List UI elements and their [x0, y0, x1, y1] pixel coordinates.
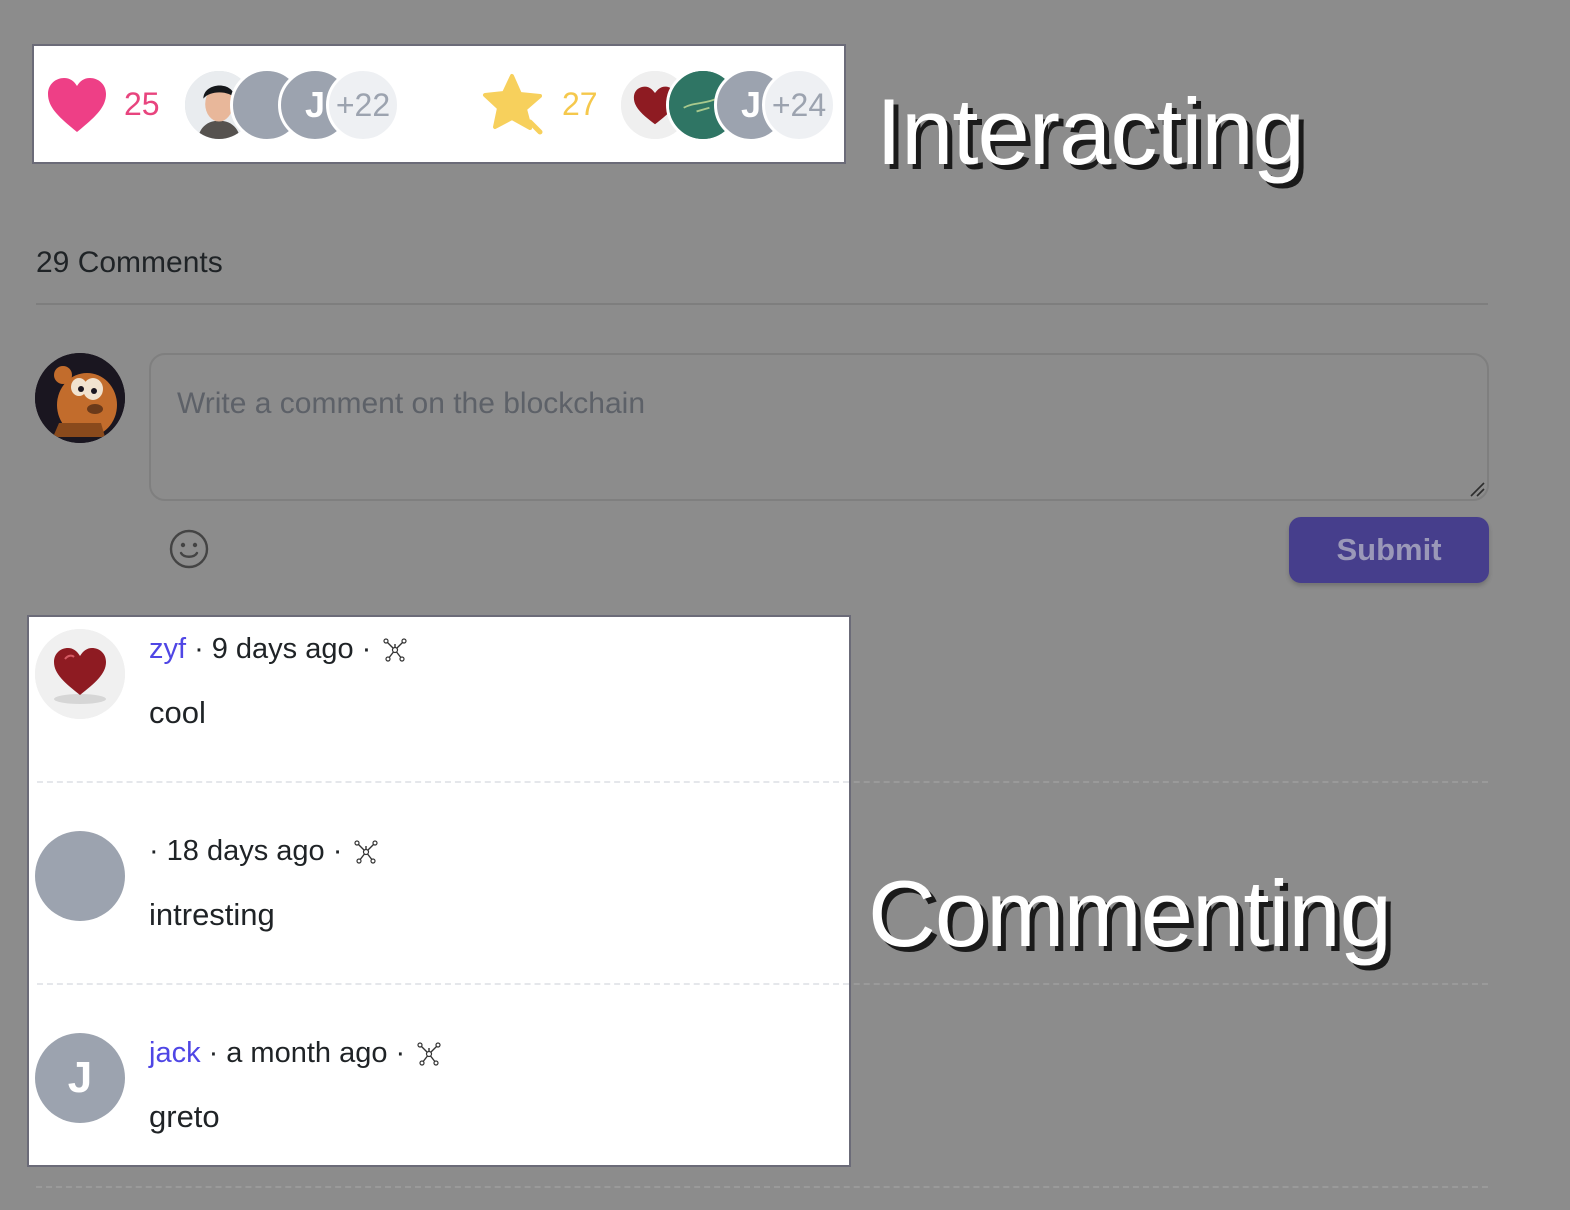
- comment-text: cool: [149, 695, 206, 730]
- comment-meta: zyf · 9 days ago ·: [149, 633, 409, 666]
- comment-author-link[interactable]: zyf: [149, 633, 186, 666]
- more-collectors-count: +24: [771, 86, 827, 123]
- comment-item: J jack · a month ago · greto: [29, 1021, 849, 1210]
- separator-dot: ·: [194, 633, 204, 665]
- more-collectors-badge[interactable]: +24: [762, 68, 836, 142]
- avatar-initial: J: [740, 84, 762, 125]
- comment-author-link[interactable]: jack: [149, 1037, 201, 1070]
- separator-dot: ·: [395, 1037, 406, 1069]
- comment-divider: [37, 983, 849, 985]
- comment-item: · 18 days ago · intresting: [29, 819, 849, 1019]
- comment-meta: · 18 days ago ·: [149, 835, 380, 868]
- comment-avatar[interactable]: [35, 629, 125, 719]
- comment-avatar[interactable]: [35, 831, 125, 921]
- comment-text: greto: [149, 1099, 220, 1134]
- blockchain-network-icon[interactable]: [352, 838, 380, 866]
- separator-dot: ·: [208, 1037, 219, 1069]
- separator-dot: ·: [361, 633, 372, 665]
- comment-meta: jack · a month ago ·: [149, 1037, 443, 1070]
- avatar-initial: J: [67, 1053, 93, 1102]
- comment-input[interactable]: [149, 353, 1489, 501]
- star-icon[interactable]: [482, 72, 548, 138]
- comment-divider: [37, 781, 849, 783]
- resize-handle-icon[interactable]: [1468, 480, 1486, 498]
- comment-text: intresting: [149, 897, 275, 932]
- collect-count: 27: [562, 86, 598, 122]
- comment-avatar[interactable]: J: [35, 1033, 125, 1123]
- comment-timestamp: 18 days ago: [166, 835, 325, 867]
- more-likers-count: +22: [335, 86, 391, 123]
- divider: [36, 303, 1488, 305]
- commenting-label: Commenting: [868, 861, 1392, 966]
- submit-button[interactable]: Submit: [1289, 517, 1489, 583]
- comment-timestamp: 9 days ago: [211, 633, 354, 665]
- comments-count-heading: 29 Comments: [36, 246, 223, 279]
- blockchain-network-icon[interactable]: [415, 1040, 443, 1068]
- comment-list: zyf · 9 days ago · cool · 18 days ago ·: [27, 615, 851, 1167]
- current-user-avatar: [35, 353, 125, 443]
- separator-dot: ·: [149, 835, 159, 867]
- interacting-label: Interacting: [876, 79, 1305, 184]
- comment-timestamp: a month ago: [226, 1037, 388, 1069]
- more-likers-badge[interactable]: +22: [326, 68, 400, 142]
- blockchain-network-icon[interactable]: [381, 636, 409, 664]
- separator-dot: ·: [332, 835, 343, 867]
- smiley-icon[interactable]: [168, 528, 210, 570]
- heart-icon[interactable]: [46, 76, 108, 134]
- avatar-initial: J: [304, 84, 326, 125]
- comment-item: zyf · 9 days ago · cool: [29, 617, 849, 817]
- like-count: 25: [124, 86, 160, 122]
- interaction-bar: 25 J +22 27 J +24: [32, 44, 846, 164]
